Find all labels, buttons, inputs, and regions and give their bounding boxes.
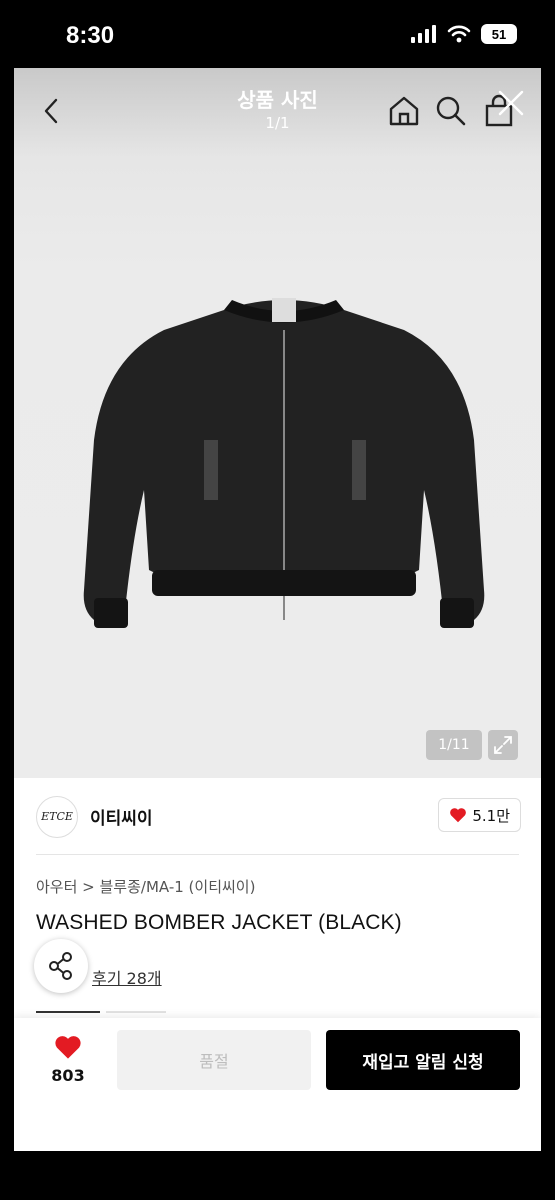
wifi-icon [447, 25, 471, 43]
status-bar: 8:30 51 [0, 0, 555, 68]
product-screen: 상품 사진 1/1 1/11 ETCE 이티씨이 5.1만 아우터 > 블루종/… [14, 68, 541, 1151]
signal-icon [411, 25, 436, 43]
product-name: WASHED BOMBER JACKET (BLACK) [36, 911, 402, 934]
restock-alert-button[interactable]: 재입고 알림 신청 [326, 1030, 520, 1090]
close-icon[interactable] [496, 88, 526, 118]
home-icon[interactable] [387, 94, 421, 128]
brand-like-button[interactable]: 5.1만 [438, 798, 521, 832]
brand-name[interactable]: 이티씨이 [90, 804, 153, 829]
gallery-page-indicator: 1/11 [426, 730, 482, 760]
expand-icon [494, 736, 512, 754]
status-time: 8:30 [66, 22, 115, 49]
search-icon[interactable] [434, 94, 468, 128]
purchase-bar: 803 품절 재입고 알림 신청 [14, 1018, 541, 1151]
battery-icon: 51 [481, 24, 517, 44]
wishlist-heart-icon[interactable] [54, 1034, 82, 1060]
photo-header: 상품 사진 1/1 [14, 68, 541, 158]
share-icon [49, 952, 72, 980]
tab-divider [106, 1011, 166, 1013]
share-button[interactable] [34, 939, 88, 993]
heart-icon [450, 808, 467, 823]
product-photo-area[interactable]: 상품 사진 1/1 1/11 [14, 68, 541, 778]
breadcrumb[interactable]: 아우터 > 블루종/MA-1 (이티씨이) [36, 876, 255, 897]
review-count-link[interactable]: 후기 28개 [92, 965, 162, 989]
tab-indicator [36, 1011, 100, 1017]
product-image [83, 298, 485, 628]
status-icons: 51 [411, 24, 517, 44]
brand-row[interactable]: ETCE 이티씨이 5.1만 [14, 780, 541, 852]
expand-button[interactable] [488, 730, 518, 760]
brand-logo[interactable]: ETCE [36, 796, 78, 838]
brand-like-count: 5.1만 [472, 806, 510, 825]
soldout-button: 품절 [117, 1030, 311, 1090]
wishlist-count: 803 [51, 1066, 85, 1085]
divider [36, 854, 519, 855]
